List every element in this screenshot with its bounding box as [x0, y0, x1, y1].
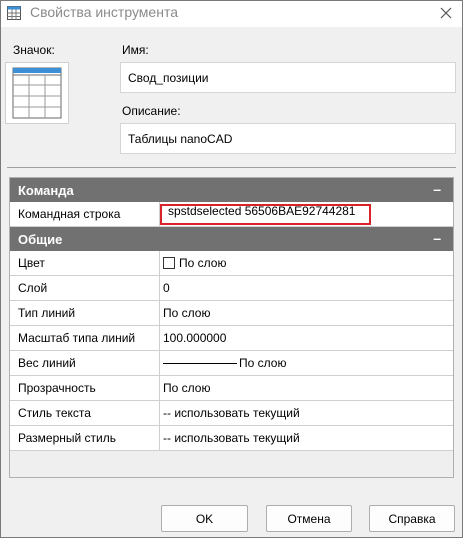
- section-title: Команда: [18, 182, 74, 198]
- property-value[interactable]: По слою: [163, 351, 453, 375]
- description-label: Описание:: [122, 104, 181, 118]
- property-name: Стиль текста: [10, 401, 160, 425]
- collapse-icon[interactable]: –: [433, 181, 441, 197]
- property-name: Тип линий: [10, 301, 160, 325]
- tool-properties-dialog: Свойства инструмента Значок: Имя: Свод_п…: [0, 0, 463, 538]
- description-value: Таблицы nanoCAD: [128, 131, 233, 146]
- icon-label: Значок:: [13, 43, 55, 57]
- window-title: Свойства инструмента: [30, 4, 178, 20]
- property-name: Размерный стиль: [10, 426, 160, 450]
- property-name: Слой: [10, 276, 160, 300]
- section-title: Общие: [18, 231, 63, 247]
- color-value: По слою: [179, 256, 227, 270]
- cancel-button[interactable]: Отмена: [266, 505, 352, 532]
- property-value[interactable]: -- использовать текущий: [163, 426, 453, 450]
- property-row-dimension-style[interactable]: Размерный стиль -- использовать текущий: [10, 426, 453, 451]
- ok-button[interactable]: OK: [161, 505, 248, 532]
- property-row-linetype-scale[interactable]: Масштаб типа линий 100.000000: [10, 326, 453, 351]
- lineweight-sample-icon: [163, 362, 237, 364]
- description-field[interactable]: Таблицы nanoCAD: [120, 123, 456, 154]
- table-icon: [12, 67, 62, 119]
- property-row-linetype[interactable]: Тип линий По слою: [10, 301, 453, 326]
- property-name: Вес линий: [10, 351, 160, 375]
- section-header-general[interactable]: Общие –: [10, 227, 453, 251]
- close-button[interactable]: [434, 2, 458, 24]
- property-name: Масштаб типа линий: [10, 326, 160, 350]
- highlight-box: [160, 204, 371, 225]
- property-value[interactable]: 100.000000: [163, 326, 453, 350]
- table-icon: [7, 6, 21, 20]
- collapse-icon[interactable]: –: [433, 230, 441, 246]
- property-row-transparency[interactable]: Прозрачность По слою: [10, 376, 453, 401]
- property-value[interactable]: По слою: [163, 301, 453, 325]
- name-field[interactable]: Свод_позиции: [120, 62, 456, 93]
- property-value[interactable]: По слою: [163, 251, 453, 275]
- property-name: Прозрачность: [10, 376, 160, 400]
- separator: [7, 167, 456, 168]
- name-value: Свод_позиции: [128, 70, 209, 85]
- color-swatch-icon: [163, 257, 175, 269]
- property-row-lineweight[interactable]: Вес линий По слою: [10, 351, 453, 376]
- property-row-color[interactable]: Цвет По слою: [10, 251, 453, 276]
- property-value[interactable]: По слою: [163, 376, 453, 400]
- name-label: Имя:: [122, 43, 149, 57]
- property-name: Командная строка: [10, 202, 160, 226]
- tool-icon-preview[interactable]: [5, 62, 69, 124]
- property-row-layer[interactable]: Слой 0: [10, 276, 453, 301]
- property-name: Цвет: [10, 251, 160, 275]
- section-header-command[interactable]: Команда –: [10, 178, 453, 202]
- title-bar: Свойства инструмента: [1, 1, 462, 27]
- close-icon: [440, 7, 452, 19]
- properties-grid: Команда – Командная строка spstdselected…: [9, 177, 454, 478]
- lineweight-value: По слою: [239, 356, 287, 370]
- property-value[interactable]: 0: [163, 276, 453, 300]
- property-row-command-line[interactable]: Командная строка spstdselected 56506BAE9…: [10, 202, 453, 227]
- help-button[interactable]: Справка: [369, 505, 455, 532]
- property-row-text-style[interactable]: Стиль текста -- использовать текущий: [10, 401, 453, 426]
- property-value[interactable]: -- использовать текущий: [163, 401, 453, 425]
